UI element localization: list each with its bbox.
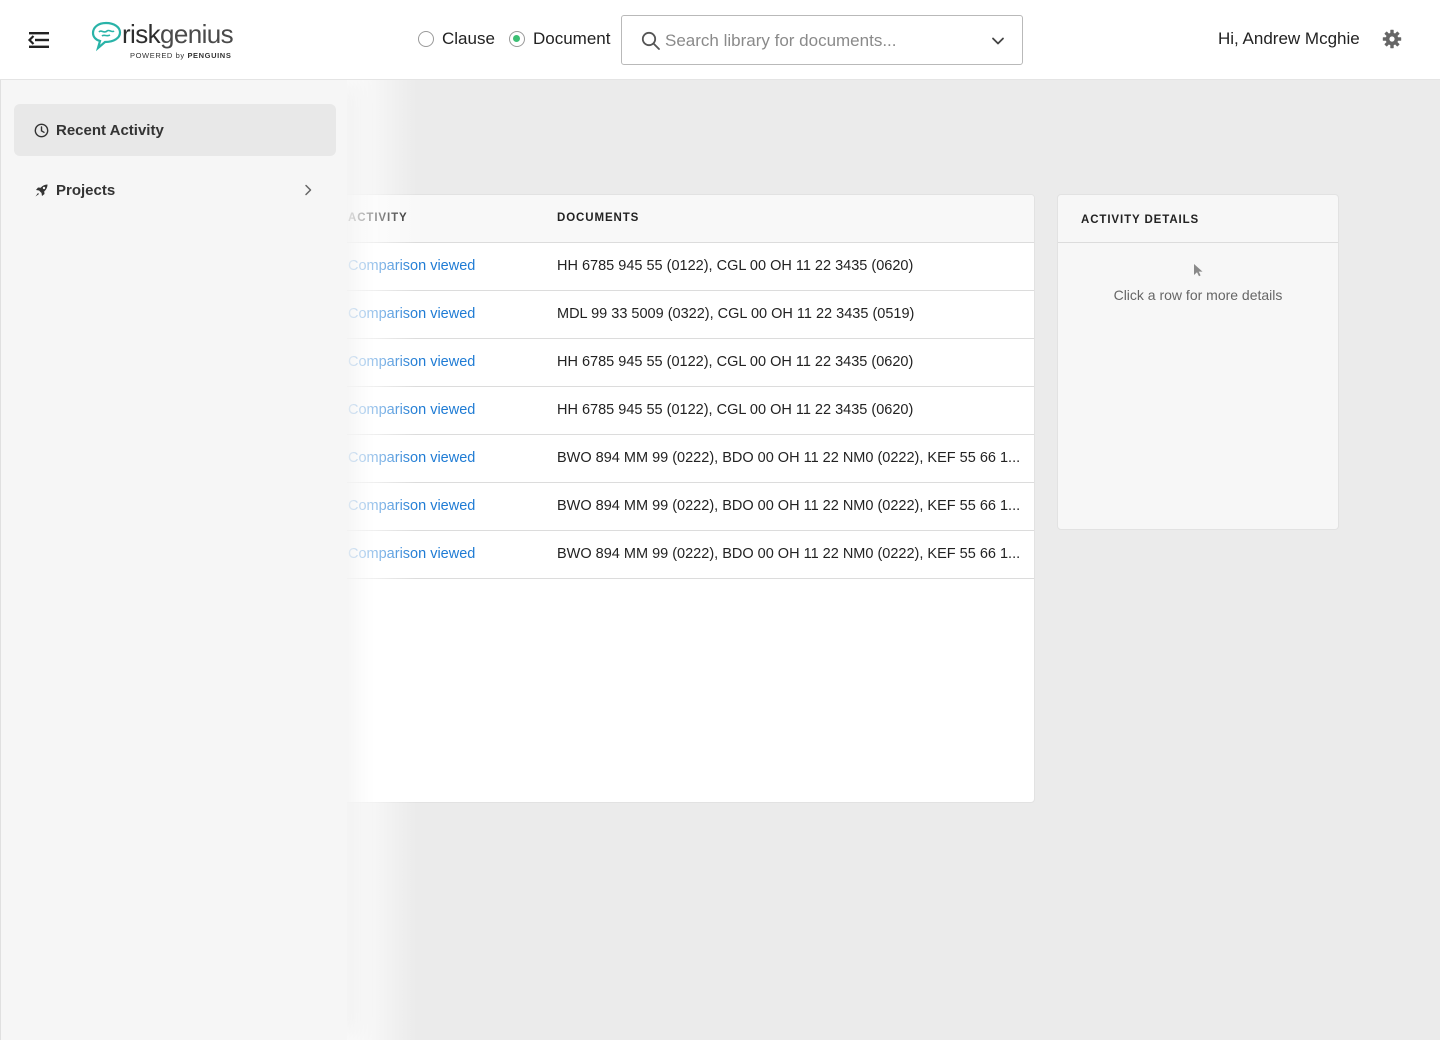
- search-box[interactable]: [621, 15, 1023, 65]
- activity-details-panel: ACTIVITY DETAILS Click a row for more de…: [1057, 194, 1339, 530]
- document-radio-option[interactable]: Document: [509, 29, 610, 49]
- cursor-pointer-icon: [1194, 264, 1203, 277]
- activity-link[interactable]: Comparison viewed: [348, 450, 475, 466]
- document-radio[interactable]: [509, 31, 525, 47]
- search-input[interactable]: [665, 28, 975, 54]
- documents-cell: BWO 894 MM 99 (0222), BDO 00 OH 11 22 NM…: [557, 498, 1021, 514]
- documents-cell: HH 6785 945 55 (0122), CGL 00 OH 11 22 3…: [557, 258, 914, 274]
- document-radio-label: Document: [533, 29, 611, 48]
- documents-cell: MDL 99 33 5009 (0322), CGL 00 OH 11 22 3…: [557, 306, 915, 322]
- clause-radio-option[interactable]: Clause: [418, 29, 495, 49]
- activity-link[interactable]: Comparison viewed: [348, 402, 475, 418]
- documents-cell: BWO 894 MM 99 (0222), BDO 00 OH 11 22 NM…: [557, 546, 1021, 562]
- documents-cell: BWO 894 MM 99 (0222), BDO 00 OH 11 22 NM…: [557, 450, 1021, 466]
- sidebar-item-recent-activity[interactable]: Recent Activity: [14, 104, 336, 156]
- clause-radio[interactable]: [418, 31, 434, 47]
- brain-logo-icon: [91, 21, 122, 52]
- clause-radio-label: Clause: [442, 29, 495, 48]
- chevron-right-icon[interactable]: [302, 183, 314, 197]
- documents-cell: HH 6785 945 55 (0122), CGL 00 OH 11 22 3…: [557, 354, 914, 370]
- sidebar-item-projects[interactable]: Projects: [14, 164, 336, 216]
- activity-link[interactable]: Comparison viewed: [348, 258, 475, 274]
- sidebar: Recent Activity Projects: [0, 80, 347, 1040]
- user-greeting[interactable]: Hi, Andrew Mcghie: [1218, 29, 1360, 49]
- activity-link[interactable]: Comparison viewed: [348, 306, 475, 322]
- search-icon: [641, 31, 660, 50]
- activity-link[interactable]: Comparison viewed: [348, 498, 475, 514]
- activity-link[interactable]: Comparison viewed: [348, 546, 475, 562]
- documents-cell: HH 6785 945 55 (0122), CGL 00 OH 11 22 3…: [557, 402, 914, 418]
- chevron-down-icon[interactable]: [991, 34, 1005, 48]
- collapse-menu-icon[interactable]: [26, 27, 52, 53]
- sidebar-item-label: Recent Activity: [56, 121, 164, 139]
- riskgenius-logo[interactable]: riskgenius POWERED by PENGUINS: [90, 18, 240, 64]
- top-bar: riskgenius POWERED by PENGUINS Clause Do…: [0, 0, 1440, 80]
- logo-wordmark: riskgenius: [122, 19, 234, 49]
- activity-link[interactable]: Comparison viewed: [348, 354, 475, 370]
- column-header-documents[interactable]: DOCUMENTS: [557, 212, 639, 224]
- clock-icon: [34, 123, 49, 137]
- activity-details-title: ACTIVITY DETAILS: [1058, 195, 1338, 243]
- logo-tagline: POWERED by PENGUINS: [130, 51, 232, 60]
- activity-details-empty-text: Click a row for more details: [1113, 287, 1283, 303]
- gear-icon[interactable]: [1382, 29, 1402, 49]
- sidebar-item-label: Projects: [56, 181, 116, 199]
- column-header-activity[interactable]: ACTIVITY: [348, 212, 408, 224]
- rocket-icon: [35, 184, 48, 196]
